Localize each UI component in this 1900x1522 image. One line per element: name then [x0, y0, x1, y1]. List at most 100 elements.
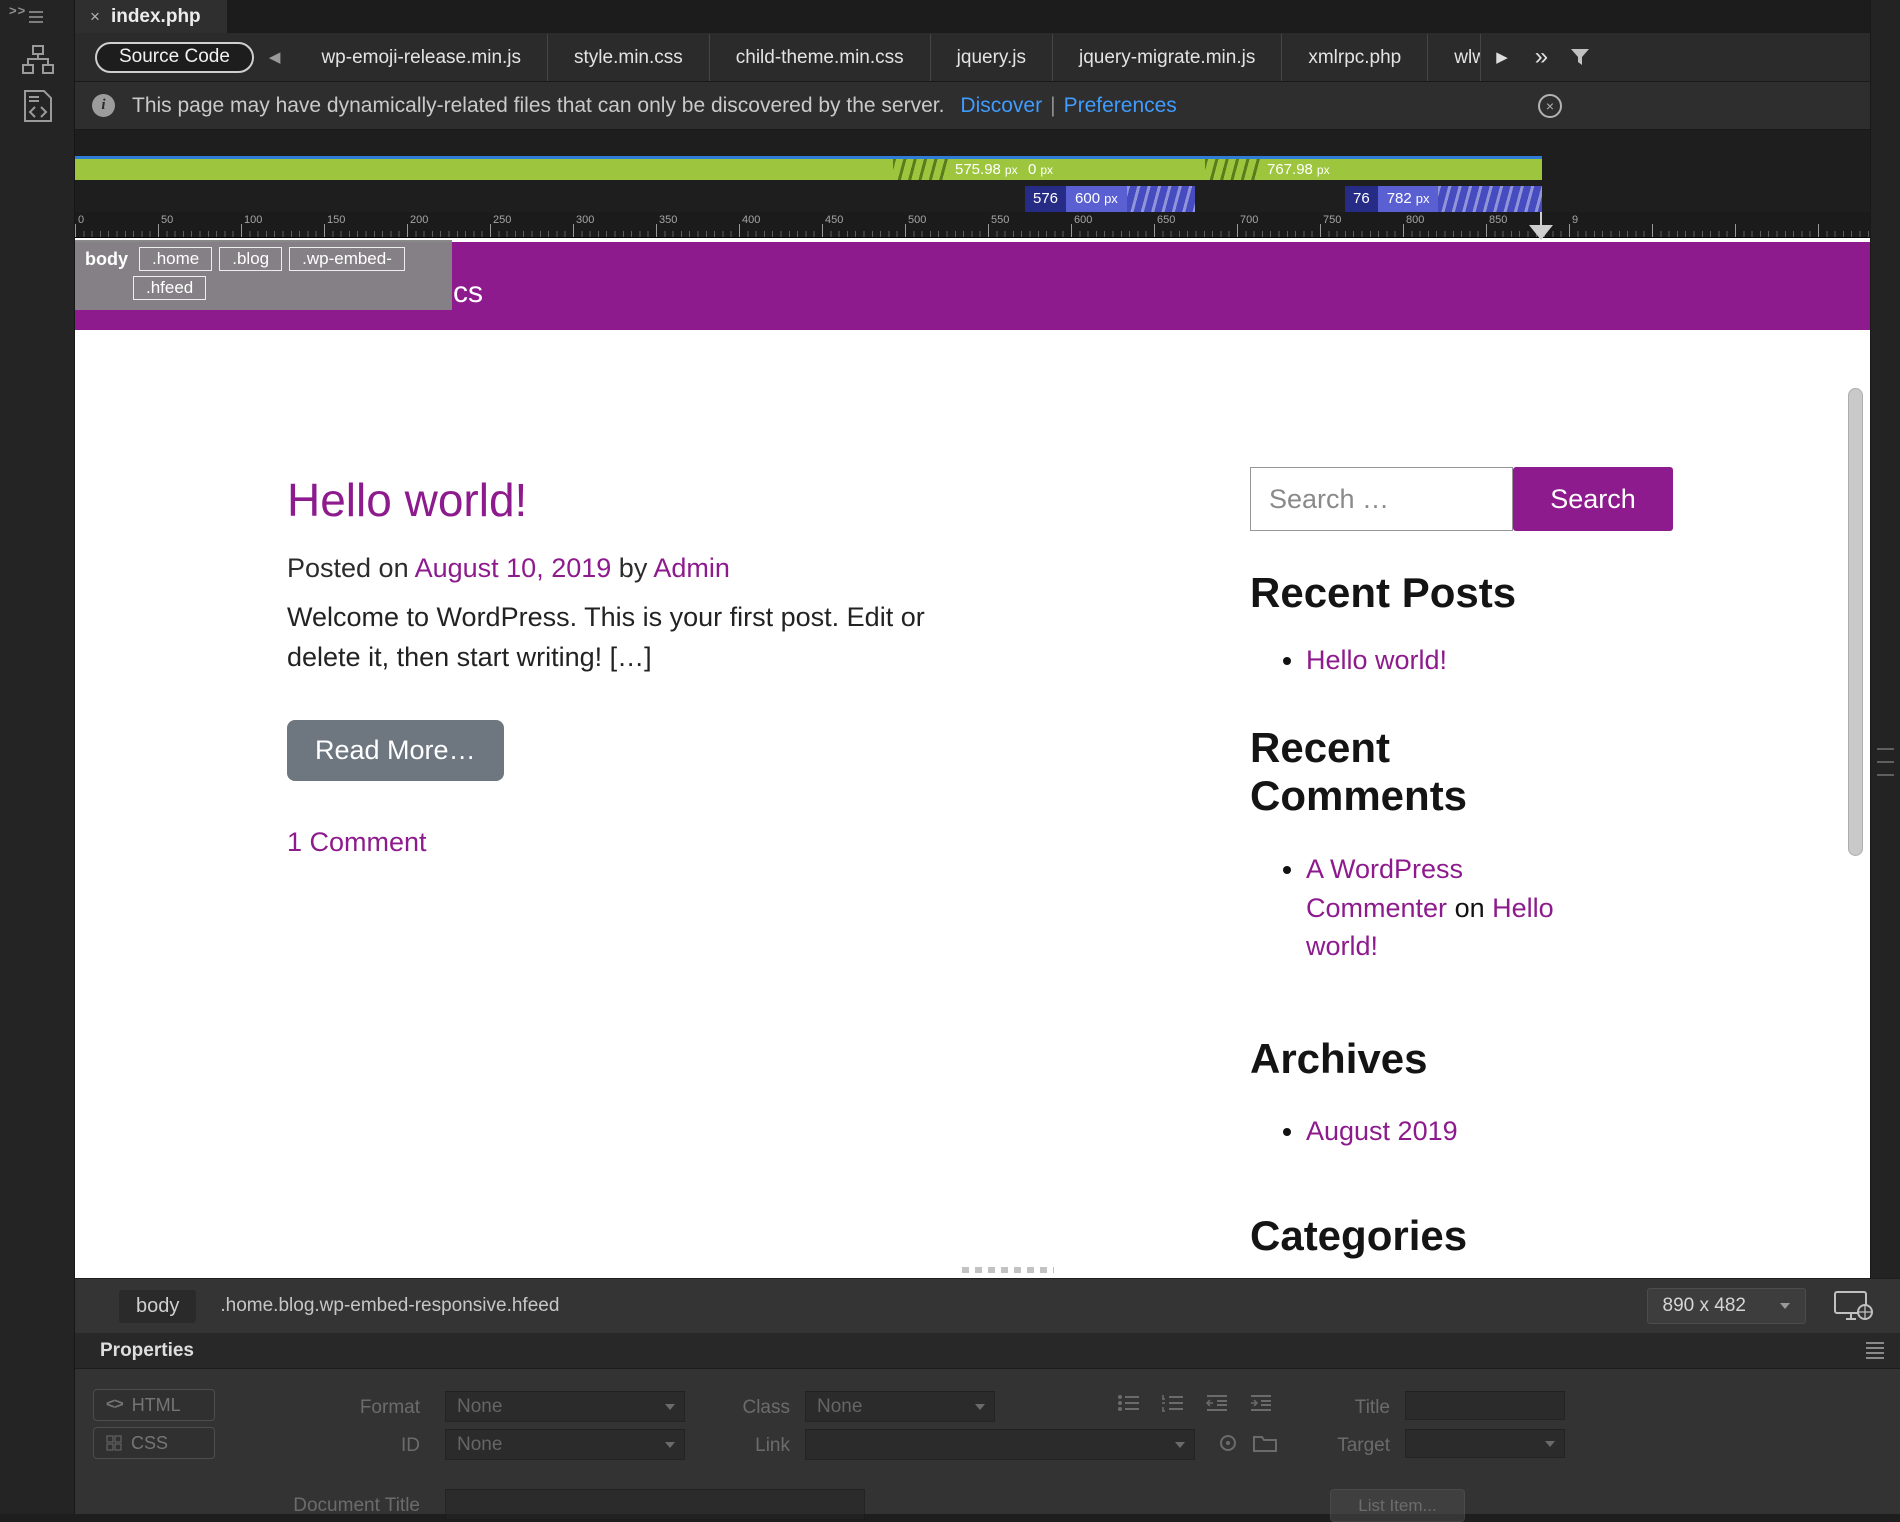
- green-chevrons-right: [1205, 159, 1261, 180]
- ruler-label: 850: [1489, 214, 1508, 226]
- device-preview-icon[interactable]: [1834, 1291, 1874, 1321]
- media-query-range-2[interactable]: 76 782 px: [1345, 186, 1542, 212]
- properties-title: Properties: [100, 1339, 194, 1361]
- panel-expander-icon[interactable]: >>: [9, 3, 26, 18]
- comments-link[interactable]: 1 Comment: [287, 827, 427, 857]
- info-message: This page may have dynamically-related f…: [132, 93, 945, 117]
- related-file-tab[interactable]: child-theme.min.css: [708, 33, 930, 81]
- ruler-label: 300: [576, 214, 595, 226]
- scroll-files-left-icon[interactable]: ◀: [254, 48, 296, 66]
- discover-link[interactable]: Discover: [960, 94, 1042, 118]
- unordered-list-icon[interactable]: [1117, 1393, 1141, 1413]
- viewport-scrubber-handle[interactable]: [1529, 225, 1553, 240]
- related-file-tab[interactable]: wlw: [1427, 33, 1482, 81]
- post-meta: Posted on August 10, 2019 by Admin: [287, 553, 987, 584]
- range-chevrons: [1126, 186, 1195, 212]
- tag-class-home[interactable]: .home: [139, 247, 213, 271]
- post-date-link[interactable]: August 10, 2019: [415, 553, 612, 583]
- css-mode-button[interactable]: CSS: [93, 1427, 215, 1459]
- horizontal-scrollbar[interactable]: [962, 1267, 1054, 1273]
- preferences-link[interactable]: Preferences: [1064, 94, 1177, 118]
- class-value: None: [817, 1396, 863, 1417]
- point-to-file-icon[interactable]: [1217, 1432, 1239, 1454]
- indent-icon[interactable]: [1249, 1393, 1273, 1413]
- viewport-size-dropdown[interactable]: 890 x 482: [1646, 1288, 1806, 1324]
- document-title-input[interactable]: [445, 1489, 865, 1520]
- search-button[interactable]: Search: [1513, 467, 1673, 531]
- ordered-list-icon[interactable]: [1161, 1393, 1185, 1413]
- media-query-range-1[interactable]: 576 600 px: [1025, 186, 1195, 212]
- properties-panel-header[interactable]: Properties: [75, 1333, 1900, 1369]
- class-select[interactable]: None: [805, 1391, 995, 1422]
- tag-class-blog[interactable]: .blog: [219, 247, 283, 271]
- source-code-button[interactable]: Source Code: [95, 41, 254, 73]
- id-label: ID: [401, 1435, 420, 1456]
- properties-panel-body: <> HTML CSS Format None ID None Class No…: [75, 1369, 1900, 1522]
- format-label: Format: [359, 1397, 420, 1418]
- green-chevrons-left: [893, 159, 949, 180]
- scroll-files-right-icon[interactable]: ▶: [1481, 48, 1523, 66]
- ruler-label: 350: [659, 214, 678, 226]
- read-more-button[interactable]: Read More…: [287, 719, 504, 781]
- filter-files-icon[interactable]: [1570, 47, 1590, 67]
- range-min: 76: [1345, 186, 1378, 212]
- status-bar: body .home.blog.wp-embed-responsive.hfee…: [75, 1278, 1900, 1333]
- list-item-button[interactable]: List Item...: [1330, 1489, 1465, 1522]
- ruler-label: 0: [78, 214, 85, 226]
- related-file-tab[interactable]: jquery-migrate.min.js: [1052, 33, 1281, 81]
- panel-menu-icon[interactable]: [29, 11, 43, 23]
- ruler-label: 650: [1157, 214, 1176, 226]
- tag-class-wp-embed[interactable]: .wp-embed-: [289, 247, 405, 271]
- code-icon: <>: [106, 1396, 124, 1413]
- chevron-down-icon: [665, 1442, 675, 1448]
- status-tag-body[interactable]: body: [119, 1289, 197, 1323]
- overflow-files-icon[interactable]: »: [1523, 43, 1560, 71]
- archive-link[interactable]: August 2019: [1306, 1116, 1458, 1146]
- ruler-label: 600: [1074, 214, 1093, 226]
- ruler-label: 450: [825, 214, 844, 226]
- ruler-label: 9: [1572, 214, 1579, 226]
- format-select[interactable]: None: [445, 1391, 685, 1422]
- html-mode-button[interactable]: <> HTML: [93, 1389, 215, 1421]
- recent-comments-heading: Recent Comments: [1250, 723, 1468, 819]
- panel-menu-icon[interactable]: [1866, 1342, 1884, 1359]
- list-item: A WordPress Commenter on Hello world!: [1306, 850, 1606, 965]
- ruler-label: 50: [161, 214, 174, 226]
- browse-folder-icon[interactable]: [1253, 1434, 1277, 1452]
- left-panel-rail: >>: [0, 0, 75, 1514]
- post-author-link[interactable]: Admin: [653, 553, 730, 583]
- target-select[interactable]: [1405, 1429, 1565, 1458]
- code-snippet-panel-icon[interactable]: [20, 88, 56, 124]
- tab-index-php[interactable]: × index.php: [75, 0, 227, 33]
- ruler-label: 150: [327, 214, 346, 226]
- post-title[interactable]: Hello world!: [287, 473, 987, 527]
- properties-panel: Properties <> HTML CSS Format None ID No…: [75, 1333, 1900, 1522]
- ruler-label: 500: [908, 214, 927, 226]
- related-file-tab[interactable]: wp-emoji-release.min.js: [295, 34, 547, 81]
- viewport-marker-line: [1540, 212, 1542, 226]
- vertical-scrollbar[interactable]: [1848, 388, 1863, 856]
- search-input[interactable]: [1250, 467, 1513, 531]
- comment-author-link[interactable]: A WordPress Commenter: [1306, 854, 1463, 922]
- related-file-tab[interactable]: jquery.js: [929, 33, 1052, 81]
- dock-grip-handle[interactable]: [1877, 748, 1894, 776]
- list-item: August 2019: [1306, 1112, 1730, 1150]
- tag-class-hfeed[interactable]: .hfeed: [133, 276, 207, 300]
- media-query-bar-green[interactable]: 575.98 px 0 px 767.98 px: [75, 159, 1542, 180]
- post-excerpt: Welcome to WordPress. This is your first…: [287, 602, 925, 672]
- grid-icon: [106, 1435, 122, 1451]
- dom-panel-icon[interactable]: [20, 42, 56, 78]
- close-info-bar-icon[interactable]: ×: [1538, 93, 1562, 118]
- title-input[interactable]: [1405, 1391, 1565, 1420]
- tag-body[interactable]: body: [85, 249, 128, 270]
- recent-post-link[interactable]: Hello world!: [1306, 645, 1447, 675]
- status-selector-path[interactable]: .home.blog.wp-embed-responsive.hfeed: [220, 1295, 559, 1317]
- id-value: None: [457, 1434, 503, 1455]
- id-select[interactable]: None: [445, 1429, 685, 1460]
- related-file-tab[interactable]: style.min.css: [547, 33, 709, 81]
- site-title[interactable]: cs: [453, 276, 483, 310]
- outdent-icon[interactable]: [1205, 1393, 1229, 1413]
- close-tab-icon[interactable]: ×: [90, 7, 100, 27]
- link-combo-input[interactable]: [805, 1429, 1195, 1460]
- related-file-tab[interactable]: xmlrpc.php: [1281, 33, 1427, 81]
